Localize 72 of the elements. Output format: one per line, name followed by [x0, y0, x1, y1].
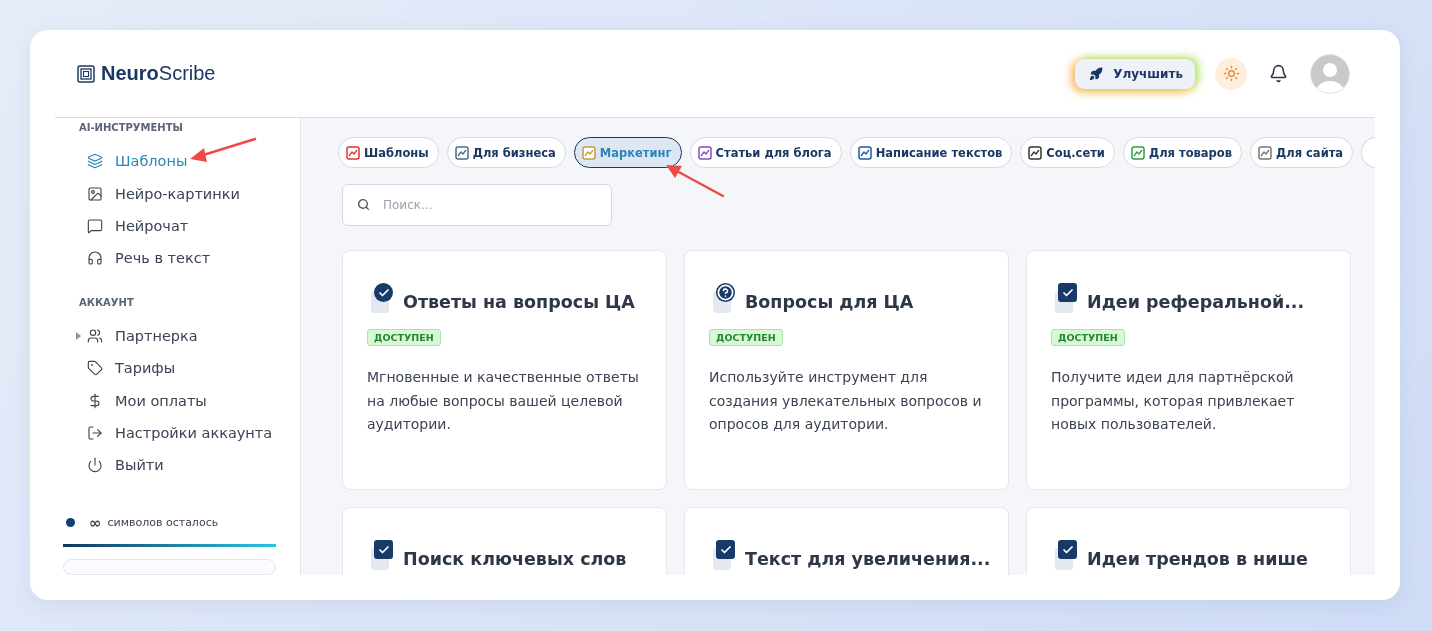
template-card[interactable]: Текст для увеличения...: [684, 507, 1009, 575]
category-chip[interactable]: Шаблоны: [338, 137, 439, 168]
sidebar-section-title: AI-ИНСТРУМЕНТЫ: [78, 122, 184, 133]
sidebar-item-icon: [87, 360, 103, 377]
annotation-arrow: [190, 137, 257, 162]
quota-amount: ∞: [89, 513, 102, 532]
category-chip[interactable]: Для сайта: [1250, 137, 1354, 168]
annotation-arrow: [666, 165, 725, 198]
search-icon: [357, 198, 370, 211]
sidebar-item-icon: [87, 153, 103, 170]
sidebar-item-label: Нейро-картинки: [115, 185, 240, 202]
sidebar-item-icon: [87, 250, 103, 267]
sidebar-item-label: Шаблоны: [115, 153, 188, 170]
quota-label: символов осталось: [107, 516, 219, 529]
sidebar-item-label: Выйти: [115, 457, 164, 474]
sidebar-item-icon: [87, 424, 103, 441]
template-description: Мгновенные и качественные ответы на любые вопросы вашей целевой аудитории.: [367, 368, 640, 434]
upgrade-button[interactable]: Улучшить: [1075, 58, 1195, 89]
template-title: Ответы на вопросы ЦА: [403, 291, 635, 312]
availability-badge: ДОСТУПЕН: [1051, 329, 1125, 346]
template-description: Получите идеи для партнёрской программы, которая привлекает новых пользователей.: [1051, 368, 1296, 434]
logo-icon: [77, 64, 95, 83]
template-card[interactable]: Ответы на вопросы ЦА ДОСТУПЕН Мгновенные и качественные ответы на любые вопросы вашей целевой аудитории.: [342, 250, 667, 490]
template-title: Текст для увеличения...: [745, 548, 991, 569]
sidebar-item-label: Тарифы: [115, 360, 176, 377]
sidebar-section-title: АККАУНТ: [78, 296, 135, 308]
sidebar-item[interactable]: Тарифы: [63, 351, 276, 385]
template-card[interactable]: Идеи трендов в нише: [1026, 507, 1351, 575]
template-title: Идеи реферальной...: [1087, 291, 1305, 312]
notifications-icon[interactable]: [1269, 64, 1288, 83]
category-chip[interactable]: Статьи для блога: [689, 137, 842, 168]
sidebar-item-label: Нейрочат: [115, 217, 189, 234]
search-field[interactable]: Поиск...: [342, 184, 612, 226]
sidebar-item-label: Настройки аккаунта: [115, 424, 273, 441]
user-avatar[interactable]: [1310, 53, 1350, 94]
category-chip[interactable]: Для бизнеса: [446, 137, 566, 168]
availability-badge: ДОСТУПЕН: [367, 329, 441, 346]
template-title: Поиск ключевых слов: [403, 548, 627, 569]
category-chip[interactable]: [1361, 137, 1375, 168]
sidebar-item[interactable]: Мои оплаты: [63, 384, 276, 417]
sidebar-item[interactable]: Выйти: [63, 449, 276, 482]
category-chip[interactable]: Соц.сети: [1020, 137, 1115, 168]
sidebar-item-icon: [87, 457, 103, 474]
theme-toggle-button[interactable]: [1215, 57, 1247, 90]
sidebar-item-label: Партнерка: [115, 327, 198, 344]
sidebar-item[interactable]: Настройки аккаунта: [63, 416, 276, 450]
template-description: Используйте инструмент для создания увлекательных вопросов и опросов для аудитории.: [709, 368, 983, 434]
template-card[interactable]: Поиск ключевых слов: [342, 507, 667, 575]
sidebar-item-label: Мои оплаты: [115, 392, 207, 409]
expand-caret-icon[interactable]: [76, 331, 81, 340]
availability-badge: ДОСТУПЕН: [709, 329, 783, 346]
sidebar-item-label: Речь в текст: [115, 250, 211, 267]
sidebar-item[interactable]: Шаблоны: [63, 145, 276, 178]
sidebar-item[interactable]: Нейро-картинки: [63, 177, 276, 210]
rocket-icon: [1089, 66, 1104, 81]
template-title: Идеи трендов в нише: [1087, 548, 1308, 569]
sidebar-item-icon: [87, 327, 103, 344]
template-card[interactable]: Идеи реферальной... ДОСТУПЕН Получите идеи для партнёрской программы, которая привлекает новых пользователей.: [1026, 250, 1351, 490]
logo-text: NeuroScribe: [101, 62, 216, 85]
template-card[interactable]: Вопросы для ЦА ДОСТУПЕН Используйте инструмент для создания увлекательных вопросов и опросов для аудитории.: [684, 250, 1009, 490]
sun-icon: [1222, 65, 1240, 82]
sidebar-item[interactable]: Речь в текст: [63, 242, 276, 275]
sidebar-item-icon: [87, 217, 103, 234]
template-title: Вопросы для ЦА: [745, 291, 914, 312]
sidebar-item-icon: [87, 185, 103, 202]
status-dot: [66, 518, 75, 527]
category-chip[interactable]: Для товаров: [1122, 137, 1242, 168]
app-logo[interactable]: NeuroScribe: [77, 62, 216, 85]
sidebar-item[interactable]: Партнерка: [63, 319, 276, 352]
sidebar-item-icon: [87, 392, 103, 409]
category-chip[interactable]: Написание текстов: [849, 137, 1013, 168]
sidebar-item[interactable]: Нейрочат: [63, 209, 276, 243]
